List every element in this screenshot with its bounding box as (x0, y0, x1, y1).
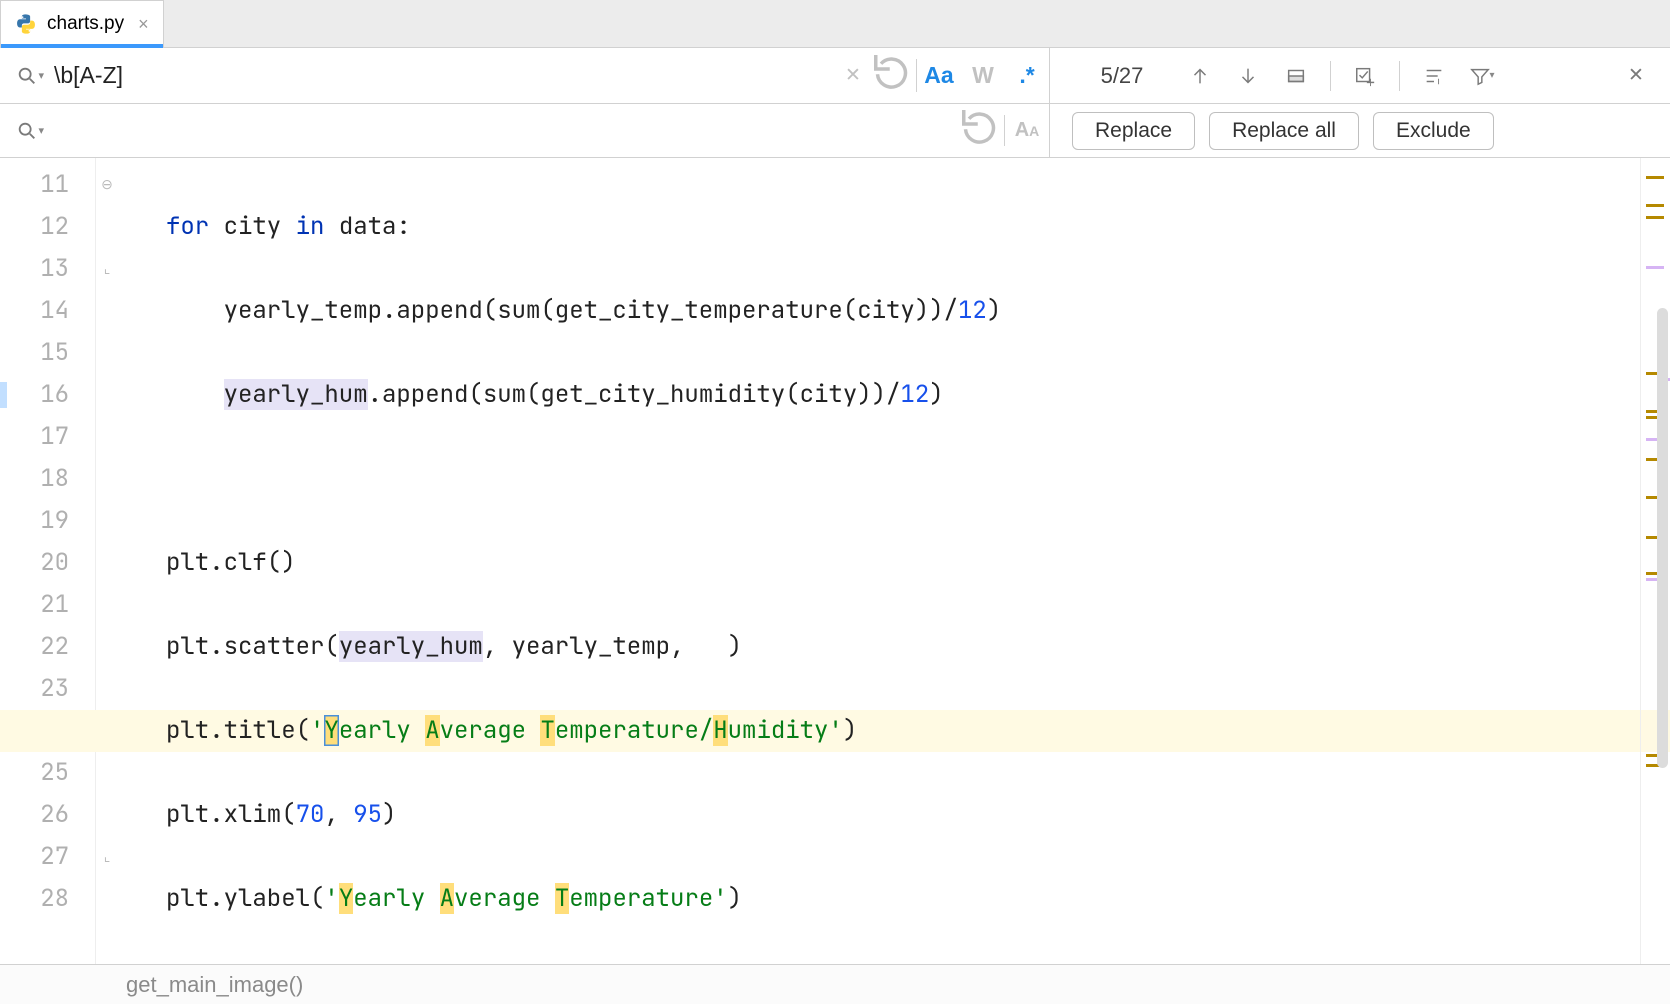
line-number-gutter: 111213141516171819202122232425262728 (0, 158, 96, 1004)
replace-input[interactable] (46, 117, 962, 144)
editor-tab-bar: charts.py × (0, 0, 1670, 48)
replace-field-container: ▾ AA (0, 104, 1050, 157)
next-match-icon[interactable] (1228, 56, 1268, 96)
replace-controls: Replace Replace all Exclude (1050, 112, 1670, 150)
code-line: yearly_hum.append(sum(get_city_humidity(… (166, 374, 1640, 416)
tab-filename: charts.py (47, 13, 124, 35)
code-line: plt.xlim(70, 95) (166, 794, 1640, 836)
code-line: plt.ylabel('Yearly Average Temperature') (166, 878, 1640, 920)
breadcrumb[interactable]: get_main_image() (0, 964, 1670, 1004)
show-filter-options-icon[interactable] (1414, 56, 1454, 96)
file-tab[interactable]: charts.py × (0, 0, 164, 47)
replace-button[interactable]: Replace (1072, 112, 1195, 150)
find-input[interactable] (46, 62, 832, 89)
code-line: plt.clf() (166, 542, 1640, 584)
code-area[interactable]: for city in data: yearly_temp.append(sum… (118, 158, 1640, 1004)
python-file-icon (15, 13, 37, 35)
filter-icon[interactable]: ▾ (1462, 56, 1502, 96)
search-icon[interactable]: ▾ (0, 65, 46, 87)
replace-icon[interactable]: ▾ (0, 120, 46, 142)
preserve-case-toggle[interactable]: AA (1005, 119, 1049, 142)
fold-gutter: ⊖⌞⌞ (96, 158, 118, 1004)
replace-history-icon[interactable] (962, 104, 1004, 157)
find-controls: 5/27 ▾ ✕ (1050, 56, 1670, 96)
prev-match-icon[interactable] (1180, 56, 1220, 96)
close-find-icon[interactable]: ✕ (1616, 56, 1656, 96)
editor: 111213141516171819202122232425262728 ⊖⌞⌞… (0, 158, 1670, 1004)
scrollbar-thumb[interactable] (1657, 308, 1668, 768)
find-bar: ▾ ✕ Aa W .* 5/27 ▾ ✕ (0, 48, 1670, 104)
match-counter: 5/27 (1072, 63, 1172, 89)
search-history-icon[interactable] (874, 48, 916, 103)
code-line: for city in data: (166, 206, 1640, 248)
replace-bar: ▾ AA Replace Replace all Exclude (0, 104, 1670, 158)
code-line: plt.scatter(yearly_hum, yearly_temp, ) (166, 626, 1640, 668)
code-line (166, 458, 1640, 500)
code-line-current: plt.title('Yearly Average Temperature/Hu… (0, 710, 1670, 752)
match-case-toggle[interactable]: Aa (917, 62, 961, 89)
clear-search-icon[interactable]: ✕ (832, 48, 874, 103)
close-icon[interactable]: × (138, 14, 149, 35)
code-line: yearly_temp.append(sum(get_city_temperat… (166, 290, 1640, 332)
find-field-container: ▾ ✕ Aa W .* (0, 48, 1050, 103)
whole-word-toggle[interactable]: W (961, 62, 1005, 89)
select-all-occurrences-icon[interactable] (1345, 56, 1385, 96)
exclude-button[interactable]: Exclude (1373, 112, 1494, 150)
regex-toggle[interactable]: .* (1005, 62, 1049, 89)
replace-all-button[interactable]: Replace all (1209, 112, 1359, 150)
in-selection-icon[interactable] (1276, 56, 1316, 96)
error-stripe[interactable] (1640, 158, 1670, 1004)
